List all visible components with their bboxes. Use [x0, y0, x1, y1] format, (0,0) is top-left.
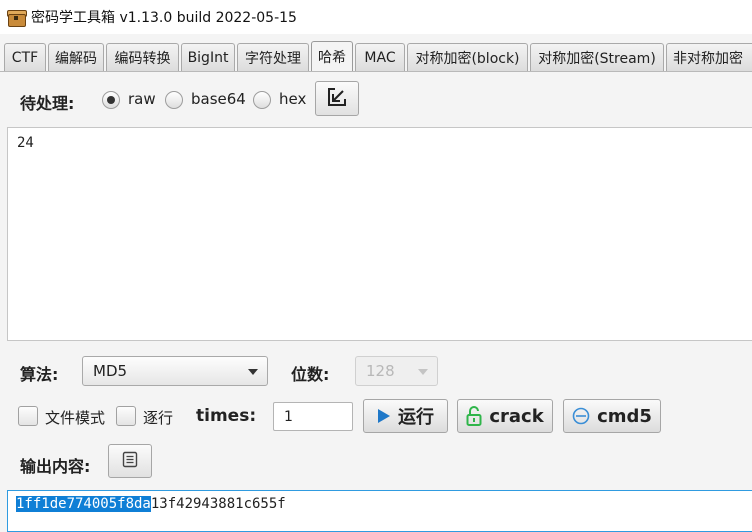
tab-string-processing[interactable]: 字符处理: [237, 43, 309, 71]
unlock-icon: [466, 406, 482, 426]
algorithm-value: MD5: [93, 362, 128, 380]
output-field[interactable]: 1ff1de774005f8da13f42943881c655f: [7, 490, 752, 532]
clipboard-icon: [121, 450, 139, 472]
algorithm-label: 算法:: [20, 365, 59, 384]
chevron-down-icon: [418, 369, 428, 375]
output-selected-text: 1ff1de774005f8da: [16, 496, 151, 512]
chevron-down-icon: [248, 369, 258, 375]
tab-ctf[interactable]: CTF: [4, 43, 46, 71]
radio-base64-label: base64: [191, 90, 246, 108]
toolbox-icon: [7, 8, 27, 27]
bits-label: 位数:: [291, 365, 330, 384]
tab-bigint[interactable]: BigInt: [181, 43, 235, 71]
cmd5-logo-icon: [572, 407, 590, 425]
crack-label: crack: [489, 405, 544, 427]
cmd5-label: cmd5: [597, 405, 652, 427]
tab-encoding-convert[interactable]: 编码转换: [106, 43, 179, 71]
run-button[interactable]: 运行: [363, 399, 448, 433]
radio-hex-label: hex: [279, 90, 307, 108]
times-value: 1: [284, 408, 293, 425]
file-mode-label: 文件模式: [45, 409, 106, 427]
run-label: 运行: [398, 407, 434, 428]
line-by-line-label: 逐行: [143, 409, 174, 427]
crack-button[interactable]: crack: [457, 399, 553, 433]
times-input[interactable]: 1: [273, 402, 353, 431]
tab-bar: CTF 编解码 编码转换 BigInt 字符处理 哈希 MAC 对称加密(blo…: [0, 40, 752, 72]
import-arrow-icon: [327, 87, 347, 111]
bits-value: 128: [366, 362, 395, 380]
tab-symmetric-block[interactable]: 对称加密(block): [407, 43, 528, 71]
output-label: 输出内容:: [20, 457, 91, 476]
window-title: 密码学工具箱 v1.13.0 build 2022-05-15: [31, 10, 297, 26]
line-by-line-checkbox[interactable]: [116, 406, 136, 426]
play-icon: [377, 408, 391, 424]
times-label: times:: [196, 406, 257, 426]
copy-output-button[interactable]: [108, 444, 152, 478]
input-label: 待处理:: [20, 94, 75, 113]
radio-base64[interactable]: [165, 91, 183, 109]
tab-mac[interactable]: MAC: [355, 43, 405, 71]
radio-hex[interactable]: [253, 91, 271, 109]
tab-hash[interactable]: 哈希: [311, 41, 353, 71]
algorithm-select[interactable]: MD5: [82, 356, 268, 386]
radio-raw-label: raw: [128, 90, 156, 108]
tab-codec[interactable]: 编解码: [48, 43, 104, 71]
title-bar: 密码学工具箱 v1.13.0 build 2022-05-15: [0, 0, 752, 34]
input-textarea[interactable]: 24: [7, 127, 752, 341]
radio-raw[interactable]: [102, 91, 120, 109]
file-mode-checkbox[interactable]: [18, 406, 38, 426]
tab-symmetric-stream[interactable]: 对称加密(Stream): [530, 43, 664, 71]
bits-select: 128: [355, 356, 438, 386]
output-text: 13f42943881c655f: [150, 496, 286, 512]
tab-asymmetric[interactable]: 非对称加密: [666, 43, 752, 71]
cmd5-button[interactable]: cmd5: [563, 399, 661, 433]
import-button[interactable]: [315, 81, 359, 116]
